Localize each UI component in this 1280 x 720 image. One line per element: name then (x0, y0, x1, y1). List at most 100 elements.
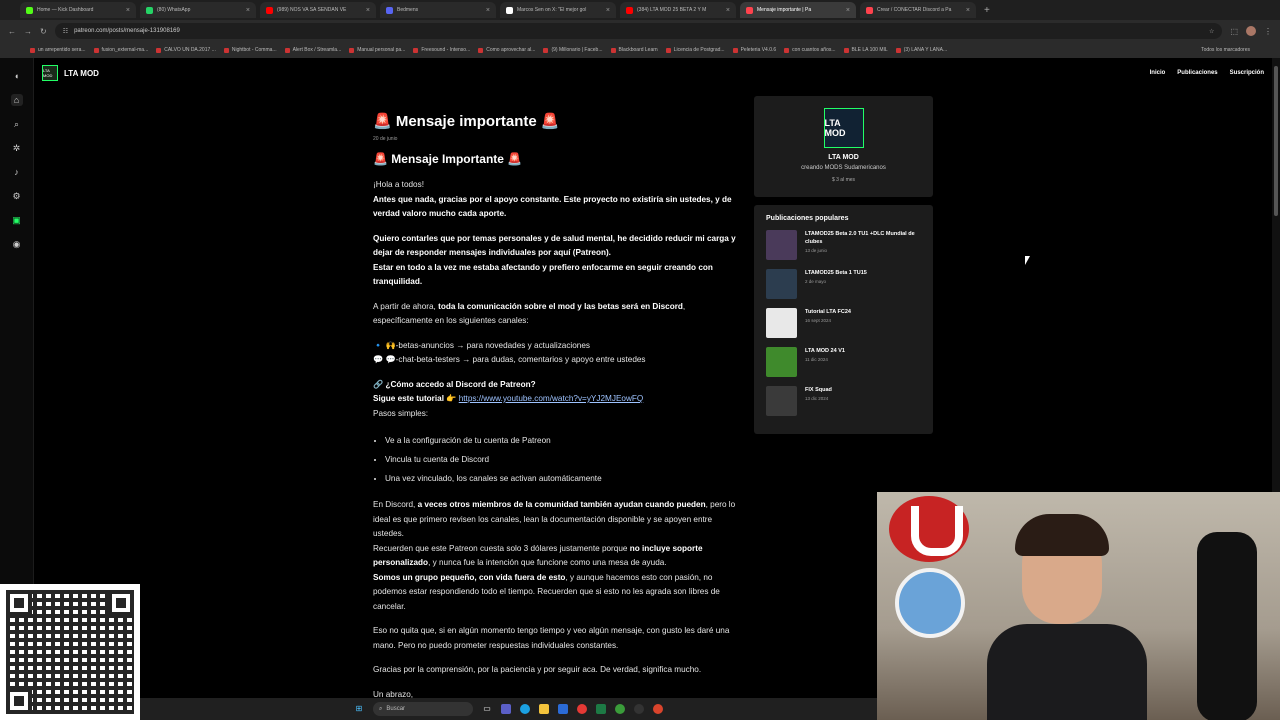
app-icon[interactable] (653, 704, 663, 714)
excel-icon[interactable] (596, 704, 606, 714)
bookmark-item[interactable]: BLE LA 100 MIL (843, 47, 888, 53)
notifications-icon[interactable]: ♪ (11, 166, 23, 178)
obs-icon[interactable] (634, 704, 644, 714)
creator-avatar-icon[interactable]: ▣ (11, 214, 23, 226)
popular-post-date: 16 sept 2024 (805, 318, 832, 323)
page-scrollbar-thumb[interactable] (1274, 66, 1278, 216)
bookmark-item[interactable]: Alert Box / Streamla... (284, 47, 341, 53)
creator-card-name[interactable]: LTA MOD (828, 154, 859, 161)
bookmark-item[interactable]: Nightbot - Comma... (223, 47, 277, 53)
microphone-image (1197, 532, 1257, 720)
bookmark-item[interactable]: Blackboard Learn (610, 47, 658, 53)
bookmark-label: Licencia de Postgrad... (673, 47, 725, 53)
popular-post-title[interactable]: Tutorial LTA FC24 (805, 308, 851, 316)
post-thumbnail[interactable] (766, 308, 797, 338)
close-tab-icon[interactable]: × (966, 7, 970, 14)
browser-tab[interactable]: Crear / CONECTAR Discord a Pa × (860, 2, 976, 18)
user-avatar-icon[interactable]: ◉ (11, 238, 23, 250)
reload-icon[interactable]: ↻ (40, 27, 47, 36)
post-thumbnail[interactable] (766, 386, 797, 416)
task-view-icon[interactable]: ▭ (482, 704, 492, 714)
close-tab-icon[interactable]: × (606, 7, 610, 14)
popular-post-item[interactable]: Tutorial LTA FC24 16 sept 2024 (766, 308, 921, 347)
windows-start-icon[interactable]: ⊞ (354, 704, 364, 714)
close-tab-icon[interactable]: × (366, 7, 370, 14)
url-input[interactable]: ☷ patreon.com/posts/mensaje-131908169 ☆ (54, 23, 1223, 39)
popular-post-title[interactable]: FIX Squad (805, 386, 832, 394)
post-thumbnail[interactable] (766, 269, 797, 299)
popular-post-item[interactable]: LTA MOD 24 V1 11 dic 2024 (766, 347, 921, 386)
home-icon[interactable]: ⌂ (10, 94, 23, 106)
new-tab-icon[interactable]: + (984, 5, 990, 16)
creator-logo[interactable]: LTA MOD (42, 65, 58, 81)
close-tab-icon[interactable]: × (726, 7, 730, 14)
bookmark-item[interactable]: CALVO UN DA.2017 ... (156, 47, 216, 53)
browser-tab[interactable]: Bedmens × (380, 2, 496, 18)
popular-post-title[interactable]: LTA MOD 24 V1 (805, 347, 845, 355)
bookmark-label: con cuantos años... (792, 47, 836, 53)
creator-card-logo[interactable]: LTA MOD (823, 108, 864, 148)
bookmark-item[interactable]: con cuantos años... (784, 47, 836, 53)
bookmark-item[interactable]: Como aprovechar al... (478, 47, 535, 53)
nav-publicaciones[interactable]: Publicaciones (1177, 70, 1217, 76)
back-arrow-icon[interactable]: ← (8, 27, 16, 36)
browser-tab[interactable]: (384) LTA MOD 25 BETA 2 Y M × (620, 2, 736, 18)
patreon-logo-icon[interactable]: ◖ (11, 70, 23, 82)
bookmark-item[interactable]: Freesound - Intenso... (413, 47, 470, 53)
creator-card[interactable]: LTA MOD LTA MOD creando MODS Sudamerican… (754, 96, 933, 197)
post-date: 20 de junio (373, 136, 398, 142)
creator-name[interactable]: LTA MOD (64, 69, 99, 78)
post-thumbnail[interactable] (766, 230, 797, 260)
tab-favicon-icon (266, 6, 273, 14)
bookmark-star-icon[interactable]: ☆ (1209, 28, 1214, 35)
search-icon[interactable]: ⌕ (11, 118, 23, 130)
file-explorer-icon[interactable] (539, 704, 549, 714)
popular-post-item[interactable]: LTAMOD25 Beta 1 TU15 2 de mayo (766, 269, 921, 308)
popular-post-title[interactable]: LTAMOD25 Beta 1 TU15 (805, 269, 867, 277)
nav-suscripcion[interactable]: Suscripción (1230, 70, 1264, 76)
extensions-icon[interactable]: ⬚ (1230, 27, 1238, 36)
xbox-icon[interactable] (615, 704, 625, 714)
bookmark-favicon-icon (843, 47, 849, 53)
post-thumbnail[interactable] (766, 347, 797, 377)
browser-tab[interactable]: (80) WhatsApp × (140, 2, 256, 18)
site-info-icon[interactable]: ☷ (63, 28, 68, 35)
tab-title: Home — Kick Dashboard (37, 7, 94, 13)
bookmark-item[interactable]: (3) LANA Y LANA... (895, 47, 947, 53)
close-tab-icon[interactable]: × (246, 7, 250, 14)
browser-menu-icon[interactable]: ⋮ (1264, 27, 1272, 36)
chrome-icon[interactable] (577, 704, 587, 714)
community-icon[interactable]: ✲ (11, 142, 23, 154)
browser-tab[interactable]: Home — Kick Dashboard × (20, 2, 136, 18)
tab-favicon-icon (506, 6, 513, 14)
close-tab-icon[interactable]: × (846, 7, 850, 14)
qr-code (6, 590, 134, 714)
bookmark-item[interactable]: Peleteria V4.0.6 (732, 47, 776, 53)
popular-post-item[interactable]: LTAMOD25 Beta 2.0 TU1 +DLC Mundial de cl… (766, 230, 921, 269)
browser-tab[interactable]: Mensaje importante | Pa × (740, 2, 856, 18)
store-icon[interactable] (558, 704, 568, 714)
bookmark-item[interactable]: fusion_external-ma... (93, 47, 149, 53)
all-bookmarks-folder[interactable]: Todos los marcadores (1201, 47, 1250, 53)
tutorial-link[interactable]: https://www.youtube.com/watch?v=yYJ2MJEo… (459, 394, 644, 403)
settings-gear-icon[interactable]: ⚙ (11, 190, 23, 202)
nav-inicio[interactable]: Inicio (1150, 70, 1166, 76)
bookmark-label: fusion_external-ma... (101, 47, 149, 53)
bookmark-label: (9) Millonario | Faceb... (551, 47, 603, 53)
bookmark-favicon-icon (478, 47, 484, 53)
forward-arrow-icon[interactable]: → (24, 27, 32, 36)
bookmark-item[interactable]: (9) Millonario | Faceb... (543, 47, 603, 53)
popular-post-title[interactable]: LTAMOD25 Beta 2.0 TU1 +DLC Mundial de cl… (805, 230, 921, 246)
bookmark-item[interactable]: Manual personal pa... (349, 47, 405, 53)
close-tab-icon[interactable]: × (126, 7, 130, 14)
bookmark-item[interactable]: Licencia de Postgrad... (665, 47, 725, 53)
browser-tab[interactable]: (989) NOS VA SA SENDAN VE × (260, 2, 376, 18)
edge-icon[interactable] (520, 704, 530, 714)
profile-avatar-icon[interactable] (1246, 26, 1256, 36)
close-tab-icon[interactable]: × (486, 7, 490, 14)
teams-icon[interactable] (501, 704, 511, 714)
browser-tab[interactable]: Marcos Sen on X: "El mejor gol × (500, 2, 616, 18)
popular-post-item[interactable]: FIX Squad 13 dic 2024 (766, 386, 921, 425)
taskbar-search[interactable]: ⌕ Buscar (373, 702, 473, 716)
bookmark-item[interactable]: un arrepentido sera... (30, 47, 86, 53)
